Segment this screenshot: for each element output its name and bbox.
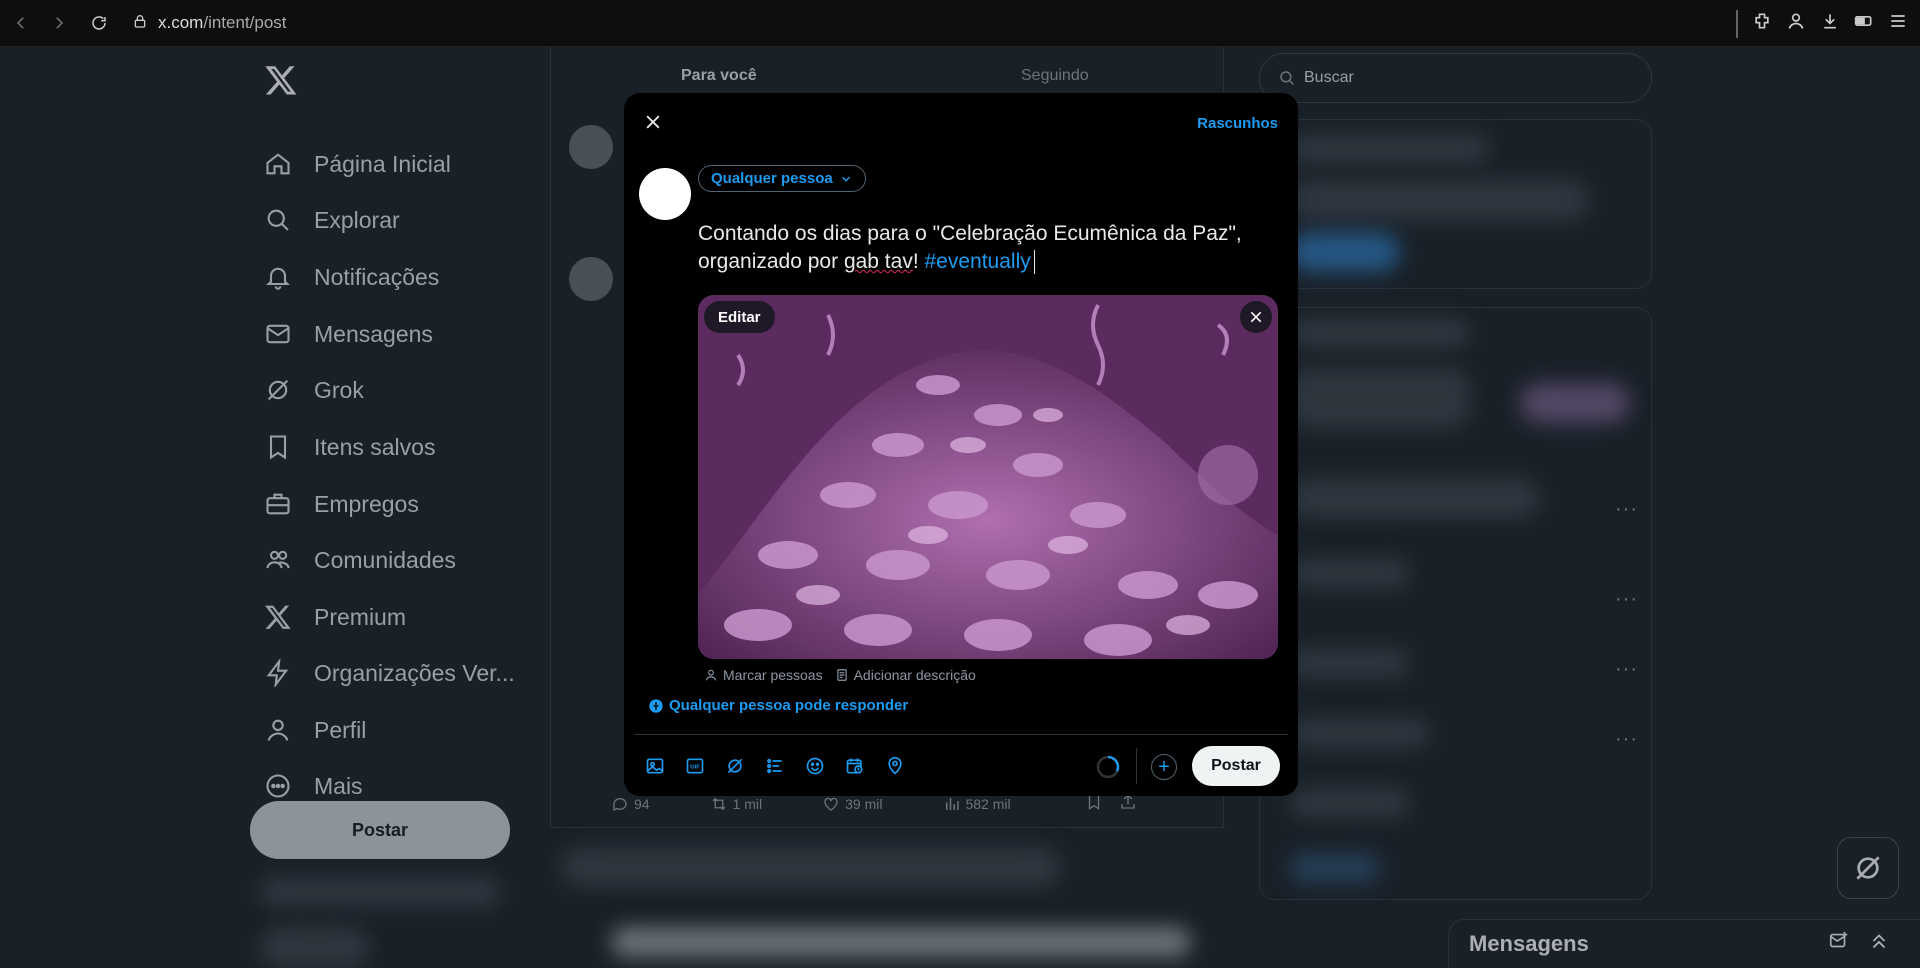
drafts-button[interactable]: Rascunhos [1197, 115, 1278, 132]
close-icon [1250, 311, 1262, 323]
add-post-button[interactable]: + [1151, 754, 1177, 780]
post-text-segment: organizado por [698, 250, 844, 273]
remove-image-button[interactable] [1240, 301, 1272, 333]
audience-selector[interactable]: Qualquer pessoa [698, 165, 866, 192]
reload-icon[interactable] [86, 10, 112, 36]
extensions-icon[interactable] [1752, 11, 1772, 36]
avatar[interactable] [639, 168, 691, 220]
compose-toolbar: GIF [644, 755, 906, 777]
media-actions: Marcar pessoas Adicionar descrição [704, 667, 976, 683]
forward-icon[interactable] [46, 10, 72, 36]
image-icon[interactable] [644, 755, 666, 777]
menu-icon[interactable] [1888, 11, 1908, 36]
confetti-image [698, 295, 1278, 659]
svg-text:GIF: GIF [690, 765, 700, 771]
compose-post-modal: Rascunhos Qualquer pessoa Contando os di… [624, 93, 1298, 796]
toolbar-separator [1136, 748, 1137, 784]
url-path: /intent/post [203, 13, 287, 32]
reply-setting-label: Qualquer pessoa pode responder [669, 697, 909, 714]
back-icon[interactable] [8, 10, 34, 36]
add-description-button[interactable]: Adicionar descrição [835, 667, 976, 683]
tag-people-button[interactable]: Marcar pessoas [704, 667, 823, 683]
plus-icon: + [1158, 755, 1170, 778]
post-submit-button[interactable]: Postar [1192, 746, 1280, 786]
reply-setting-button[interactable]: Qualquer pessoa pode responder [648, 697, 908, 714]
audience-label: Qualquer pessoa [711, 170, 833, 187]
browser-toolbar: x.com/intent/post [0, 0, 1920, 47]
close-icon[interactable] [640, 109, 666, 135]
post-text-editor[interactable]: Contando os dias para o "Celebração Ecum… [698, 220, 1278, 276]
add-description-label: Adicionar descrição [853, 667, 976, 683]
lock-icon [132, 13, 148, 34]
address-bar[interactable]: x.com/intent/post [132, 13, 287, 34]
misspelled-word: gab tav [843, 250, 913, 273]
location-icon[interactable] [884, 755, 906, 777]
chevron-down-icon [841, 176, 850, 182]
tag-people-label: Marcar pessoas [723, 667, 823, 683]
divider [634, 734, 1288, 735]
attached-image[interactable]: Editar [698, 295, 1278, 659]
globe-icon [649, 698, 663, 713]
battery-icon[interactable] [1854, 11, 1874, 36]
schedule-icon[interactable] [844, 755, 866, 777]
grok-icon[interactable] [724, 755, 746, 777]
emoji-icon[interactable] [804, 755, 826, 777]
post-text-line: organizado por gab tav! #eventually [698, 248, 1278, 276]
character-count-ring [1096, 755, 1120, 779]
document-icon [836, 669, 847, 681]
url-host: x.com [158, 13, 204, 32]
person-icon [705, 669, 717, 681]
profile-icon[interactable] [1786, 11, 1806, 36]
post-text-line: Contando os dias para o "Celebração Ecum… [698, 222, 1242, 245]
browser-actions [1736, 0, 1908, 47]
gif-icon[interactable]: GIF [684, 755, 706, 777]
download-icon[interactable] [1820, 11, 1840, 36]
hashtag[interactable]: #eventually [925, 250, 1031, 273]
text-caret [1033, 250, 1035, 275]
post-text-segment: ! [912, 250, 925, 273]
toolbar-separator [1736, 9, 1738, 38]
poll-icon[interactable] [764, 755, 786, 777]
edit-image-button[interactable]: Editar [704, 301, 775, 333]
